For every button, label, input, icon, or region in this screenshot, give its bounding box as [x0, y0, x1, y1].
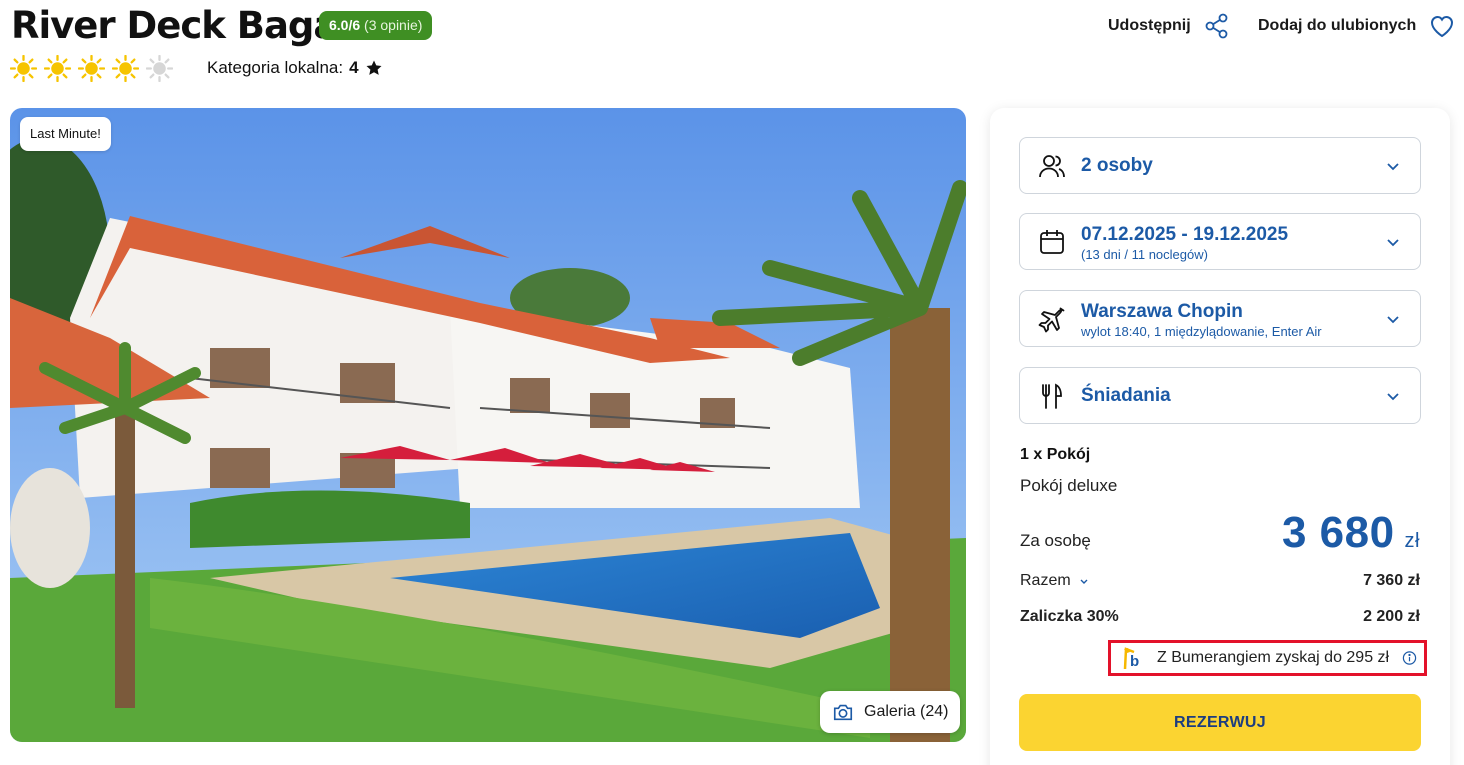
room-name: Pokój deluxe: [1020, 476, 1118, 495]
favorite-label: Dodaj do ulubionych: [1258, 17, 1417, 34]
deposit-label: Zaliczka 30%: [1020, 608, 1119, 625]
price-per-person: 3 680 zł: [1282, 508, 1420, 558]
gallery-label: Galeria (24): [864, 703, 949, 720]
persons-select[interactable]: 2 osoby: [1019, 137, 1421, 194]
price-value: 3 680: [1281, 508, 1395, 557]
local-category: Kategoria lokalna: 4: [207, 58, 383, 78]
per-person-label: Za osobę: [1020, 531, 1091, 550]
chevron-down-icon: [1387, 392, 1399, 400]
book-button[interactable]: REZERWUJ: [1019, 694, 1421, 751]
info-icon[interactable]: [1402, 651, 1417, 666]
dates-duration: (13 dni / 11 noclegów): [1081, 247, 1208, 262]
share-button[interactable]: Udostępnij: [1108, 12, 1231, 40]
total-toggle[interactable]: Razem: [1020, 572, 1089, 590]
dates-value: 07.12.2025 - 19.12.2025: [1081, 224, 1289, 245]
chevron-down-icon: [1387, 315, 1399, 323]
plane-icon: [1038, 307, 1065, 332]
last-minute-badge: Last Minute!: [20, 117, 111, 151]
camera-icon: [833, 704, 853, 721]
board-select[interactable]: Śniadania: [1019, 367, 1421, 424]
share-label: Udostępnij: [1108, 17, 1191, 34]
gallery-button[interactable]: Galeria (24): [820, 691, 961, 733]
sun-icon: [10, 55, 37, 82]
flight-info: wylot 18:40, 1 międzylądowanie, Enter Ai…: [1081, 324, 1322, 339]
board-value: Śniadania: [1081, 385, 1171, 406]
total-label: Razem: [1020, 572, 1071, 589]
sun-icon: [146, 55, 173, 82]
favorite-button[interactable]: Dodaj do ulubionych: [1258, 12, 1456, 40]
departure-select[interactable]: Warszawa Chopin wylot 18:40, 1 międzyląd…: [1019, 290, 1421, 347]
total-value: 7 360 zł: [1363, 572, 1420, 589]
boomerang-text: Z Bumerangiem zyskaj do 295 zł: [1157, 649, 1390, 666]
sun-rating: [10, 55, 173, 82]
dates-select[interactable]: 07.12.2025 - 19.12.2025 (13 dni / 11 noc…: [1019, 213, 1421, 270]
calendar-icon: [1040, 229, 1064, 254]
sun-icon: [44, 55, 71, 82]
hotel-title: River Deck Baga: [11, 4, 338, 47]
sun-icon: [78, 55, 105, 82]
users-icon: [1039, 154, 1065, 177]
chevron-down-icon: [1080, 579, 1088, 584]
local-category-value: 4: [349, 58, 359, 77]
deposit-value: 2 200 zł: [1363, 608, 1420, 625]
chevron-down-icon: [1387, 162, 1399, 170]
star-icon: [366, 60, 382, 75]
price-currency: zł: [1404, 530, 1420, 552]
hotel-photo-image: [10, 108, 966, 742]
chevron-down-icon: [1387, 238, 1399, 246]
persons-value: 2 osoby: [1081, 155, 1153, 176]
fork-knife-icon: [1042, 383, 1062, 409]
local-category-label: Kategoria lokalna:: [207, 58, 344, 77]
departure-airport: Warszawa Chopin: [1081, 301, 1243, 322]
reviews-count: (3 opinie): [364, 17, 423, 33]
rating-score: 6.0/6: [329, 17, 361, 33]
share-icon: [1205, 13, 1228, 39]
svg-text:b: b: [1130, 653, 1139, 670]
boomerang-logo-icon: b: [1123, 647, 1139, 670]
sun-icon: [112, 55, 139, 82]
room-quantity: 1 x Pokój: [1020, 446, 1091, 463]
rating-badge[interactable]: 6.0/6 (3 opinie): [319, 11, 433, 40]
heart-icon: [1431, 15, 1454, 38]
hotel-photo[interactable]: [10, 108, 966, 742]
boomerang-promo[interactable]: b Z Bumerangiem zyskaj do 295 zł: [1108, 640, 1427, 676]
